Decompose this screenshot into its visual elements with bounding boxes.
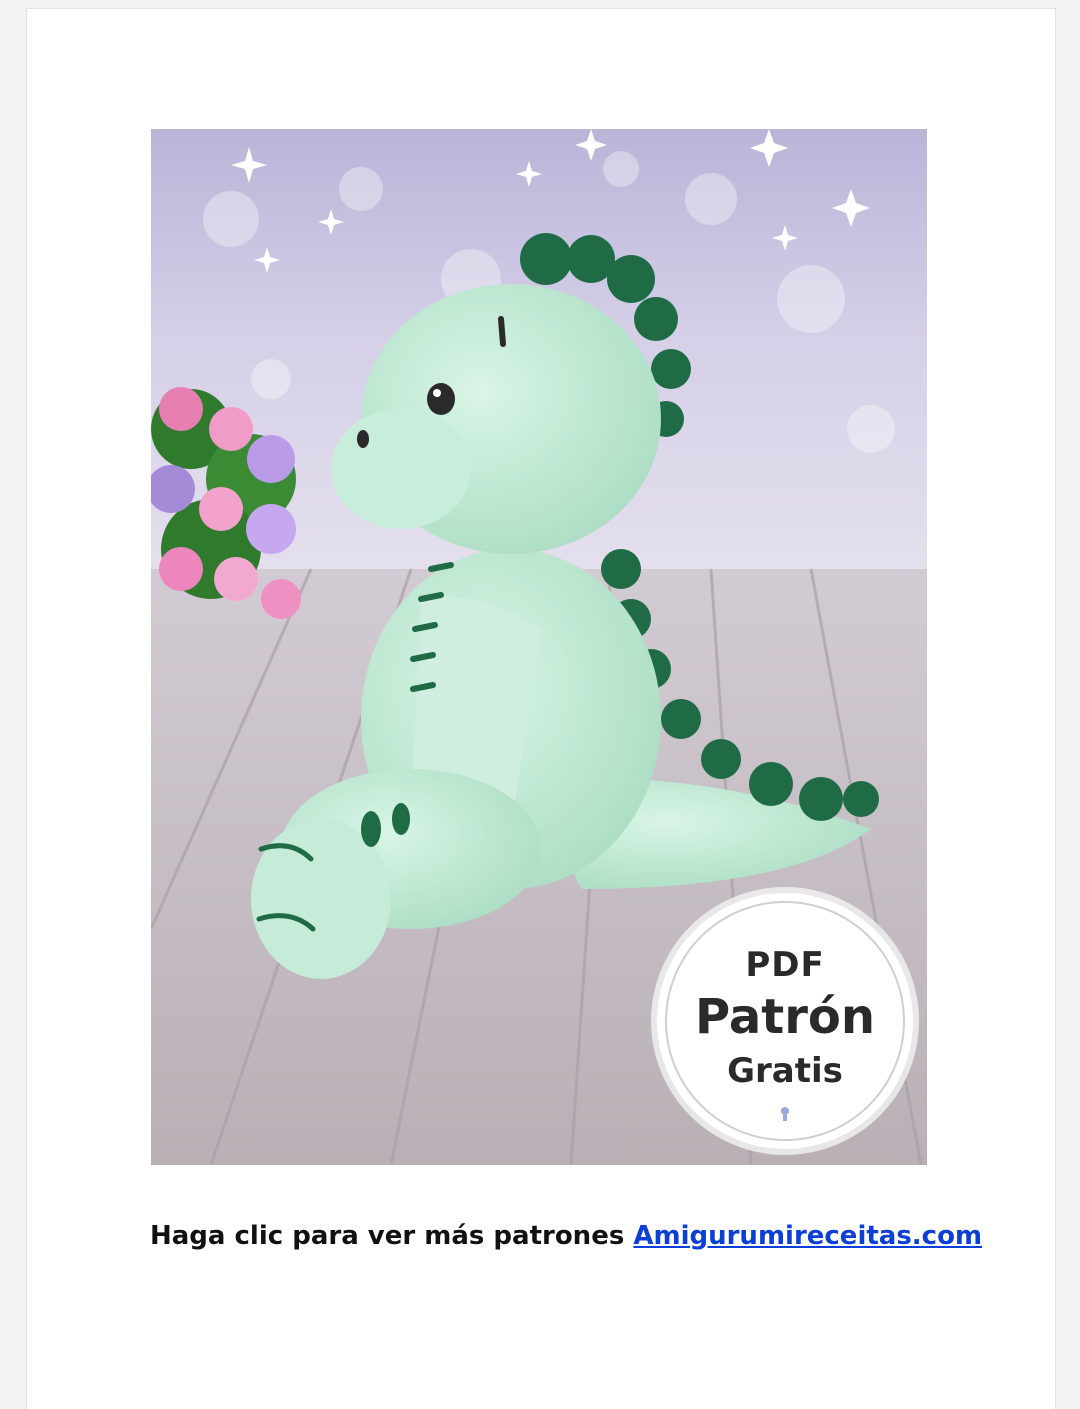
- pdf-badge: PDF Patrón Gratis: [657, 893, 913, 1149]
- amigurumireceitas-link[interactable]: Amigurumireceitas.com: [633, 1221, 982, 1251]
- caption-text: Haga clic para ver más patrones: [150, 1221, 625, 1251]
- logo-icon: [781, 1107, 789, 1121]
- badge-patron-label: Patrón: [694, 989, 876, 1045]
- caption-line: Haga clic para ver más patrones Amigurum…: [150, 1221, 982, 1251]
- badge-pdf-label: PDF: [745, 945, 825, 985]
- badge-gratis-label: Gratis: [727, 1051, 843, 1091]
